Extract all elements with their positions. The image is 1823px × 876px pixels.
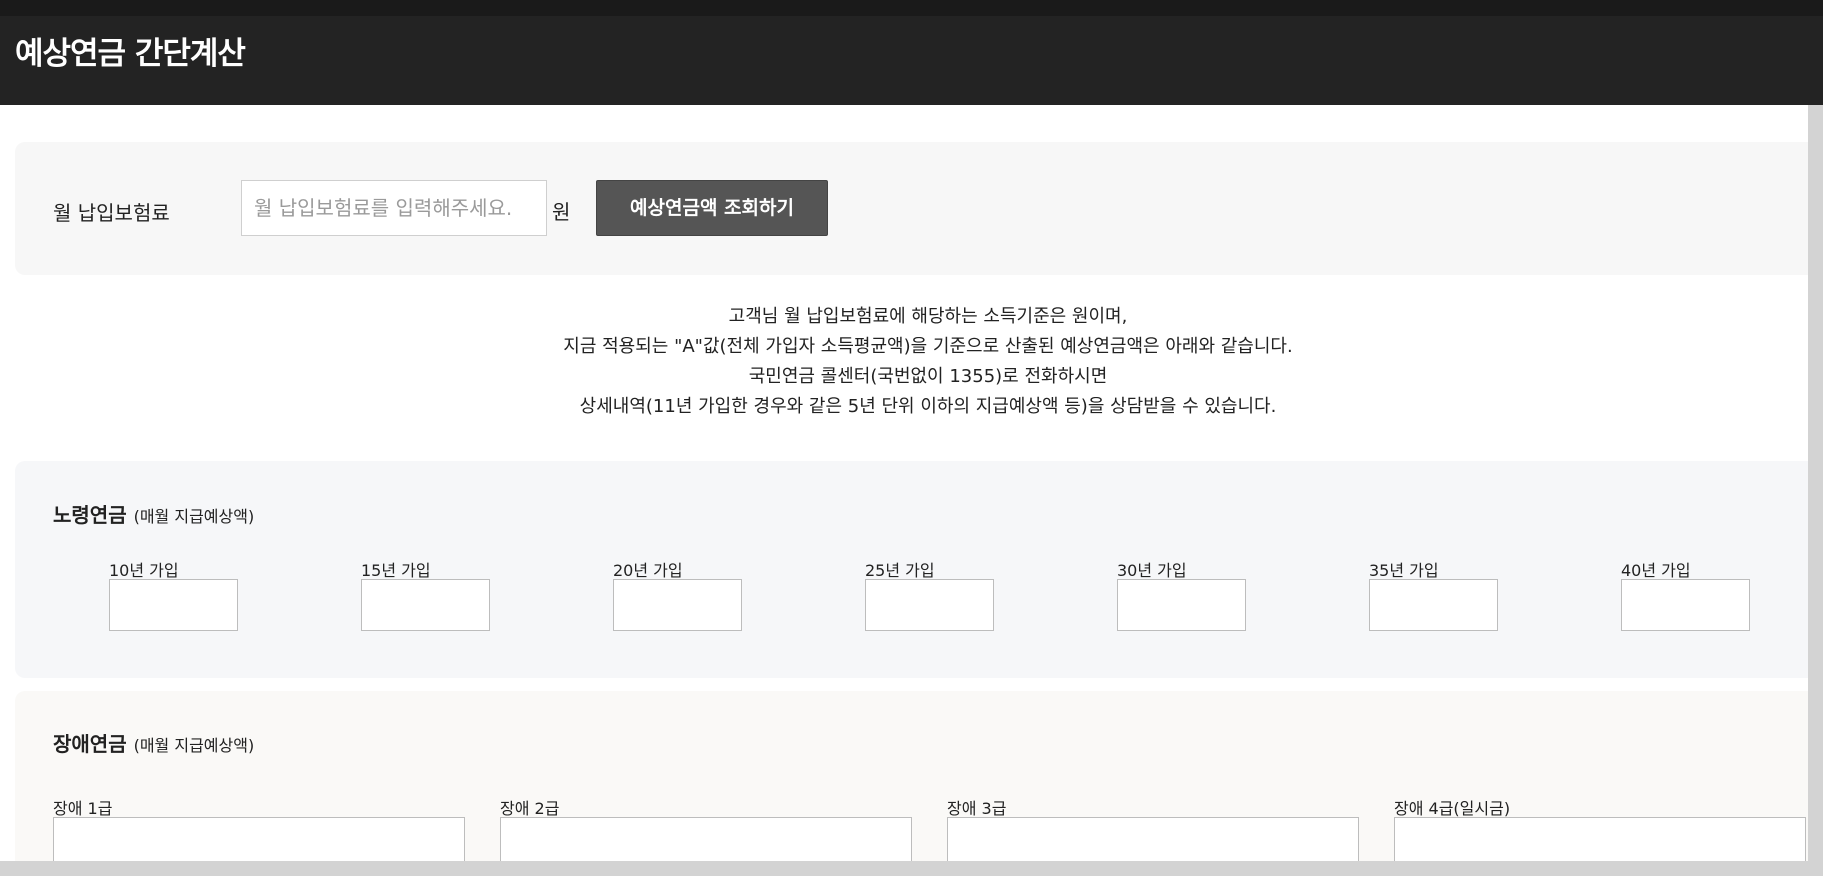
disability-col-3: 장애 3급: [947, 795, 1359, 865]
window-right-gutter: [1808, 105, 1823, 876]
aging-pension-title-text: 노령연금: [53, 503, 127, 527]
aging-col-value: [613, 579, 742, 631]
premium-input-panel: 월 납입보험료 원 예상연금액 조회하기: [15, 142, 1808, 275]
aging-col-25: 25년 가입: [865, 557, 994, 631]
disability-col-value: [500, 817, 912, 865]
info-line: 고객님 월 납입보험료에 해당하는 소득기준은 원이며,: [728, 306, 1128, 327]
info-text: 고객님 월 납입보험료에 해당하는 소득기준은 원이며, 지금 적용되는 "A"…: [0, 302, 1808, 422]
aging-pension-title: 노령연금 (매월 지급예상액): [53, 499, 254, 528]
aging-col-value: [1117, 579, 1246, 631]
page-title: 예상연금 간단계산: [15, 36, 246, 72]
aging-pension-subtitle: (매월 지급예상액): [133, 507, 255, 526]
aging-col-30: 30년 가입: [1117, 557, 1246, 631]
premium-label: 월 납입보험료: [53, 201, 170, 225]
aging-col-40: 40년 가입: [1621, 557, 1750, 631]
disability-col-4: 장애 4급(일시금): [1394, 795, 1806, 865]
aging-pension-panel: 노령연금 (매월 지급예상액) 10년 가입 15년 가입 20년 가입 25년…: [15, 461, 1808, 678]
aging-col-label: 30년 가입: [1117, 561, 1187, 580]
aging-col-10: 10년 가입: [109, 557, 238, 631]
aging-col-15: 15년 가입: [361, 557, 490, 631]
disability-col-label: 장애 2급: [500, 799, 560, 818]
aging-col-label: 20년 가입: [613, 561, 683, 580]
aging-col-label: 25년 가입: [865, 561, 935, 580]
disability-col-1: 장애 1급: [53, 795, 465, 865]
disability-pension-title: 장애연금 (매월 지급예상액): [53, 728, 254, 757]
disability-col-label: 장애 4급(일시금): [1394, 799, 1511, 818]
disability-pension-subtitle: (매월 지급예상액): [133, 736, 255, 755]
premium-unit: 원: [552, 200, 571, 224]
aging-col-20: 20년 가입: [613, 557, 742, 631]
disability-col-value: [947, 817, 1359, 865]
lookup-pension-button[interactable]: 예상연금액 조회하기: [596, 180, 828, 236]
info-line: 지금 적용되는 "A"값(전체 가입자 소득평균액)을 기준으로 산출된 예상연…: [563, 336, 1293, 357]
aging-col-label: 15년 가입: [361, 561, 431, 580]
page-header: 예상연금 간단계산: [0, 16, 1823, 105]
disability-pension-title-text: 장애연금: [53, 732, 127, 756]
window-top-strip: [0, 0, 1823, 16]
aging-col-value: [1369, 579, 1498, 631]
disability-col-label: 장애 1급: [53, 799, 113, 818]
disability-col-label: 장애 3급: [947, 799, 1007, 818]
disability-col-value: [1394, 817, 1806, 865]
aging-col-35: 35년 가입: [1369, 557, 1498, 631]
disability-col-2: 장애 2급: [500, 795, 912, 865]
aging-col-value: [109, 579, 238, 631]
aging-col-label: 35년 가입: [1369, 561, 1439, 580]
info-line: 국민연금 콜센터(국번없이 1355)로 전화하시면: [748, 366, 1108, 387]
disability-col-value: [53, 817, 465, 865]
aging-col-value: [865, 579, 994, 631]
premium-input[interactable]: [241, 180, 547, 236]
info-line: 상세내역(11년 가입한 경우와 같은 5년 단위 이하의 지급예상액 등)을 …: [579, 396, 1277, 417]
window-bottom-gutter: [0, 861, 1823, 876]
aging-col-label: 10년 가입: [109, 561, 179, 580]
aging-col-label: 40년 가입: [1621, 561, 1691, 580]
main-content: 월 납입보험료 원 예상연금액 조회하기 고객님 월 납입보험료에 해당하는 소…: [0, 105, 1808, 865]
aging-col-value: [1621, 579, 1750, 631]
disability-pension-panel: 장애연금 (매월 지급예상액) 장애 1급 장애 2급 장애 3급 장애 4급(…: [15, 691, 1808, 865]
aging-col-value: [361, 579, 490, 631]
